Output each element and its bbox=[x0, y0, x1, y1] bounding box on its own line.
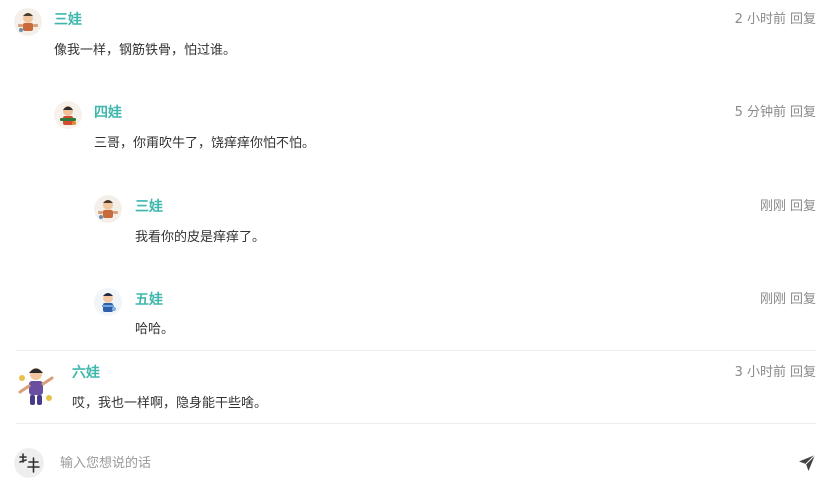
avatar[interactable] bbox=[14, 362, 58, 410]
comment-time: 3 小时前 bbox=[734, 365, 786, 380]
comment-meta: 刚刚 回复 bbox=[760, 198, 816, 216]
comment-author[interactable]: 五娃 bbox=[135, 291, 163, 309]
avatar[interactable] bbox=[94, 195, 122, 223]
comment-input[interactable] bbox=[60, 454, 760, 472]
reply-button[interactable]: 回复 bbox=[790, 292, 816, 307]
comment-content: 我看你的皮是痒痒了。 bbox=[135, 230, 266, 245]
send-icon bbox=[799, 454, 816, 471]
reply-button[interactable]: 回复 bbox=[790, 105, 816, 120]
divider bbox=[16, 350, 816, 351]
comment-time: 2 小时前 bbox=[734, 12, 786, 27]
comment-author[interactable]: 四娃 bbox=[94, 104, 122, 122]
comment-content: 像我一样，钢筋铁骨，怕过谁。 bbox=[54, 43, 237, 58]
gourd-brother-3-avatar-icon bbox=[14, 8, 42, 36]
reply-button[interactable]: 回复 bbox=[790, 199, 816, 214]
comment-time: 5 分钟前 bbox=[734, 105, 786, 120]
gourd-brother-3-avatar-icon bbox=[94, 195, 122, 223]
comment-time: 刚刚 bbox=[759, 292, 786, 307]
send-button[interactable] bbox=[798, 454, 816, 472]
comment-meta: 3 小时前 回复 bbox=[735, 364, 816, 382]
comment-content: 哈哈。 bbox=[135, 322, 175, 337]
comment-composer bbox=[0, 446, 838, 480]
comment-meta: 刚刚 回复 bbox=[760, 291, 816, 309]
avatar[interactable] bbox=[54, 101, 82, 129]
divider bbox=[16, 423, 816, 424]
avatar[interactable] bbox=[14, 8, 42, 36]
comment-content: 哎，我也一样啊，隐身能干些啥。 bbox=[72, 396, 268, 411]
avatar[interactable] bbox=[14, 448, 44, 478]
avatar[interactable] bbox=[94, 288, 122, 316]
comment-author[interactable]: 三娃 bbox=[54, 11, 82, 29]
gourd-brother-4-avatar-icon bbox=[54, 101, 82, 129]
gourd-brother-5-avatar-icon bbox=[94, 288, 122, 316]
user-calligraphy-avatar-icon bbox=[14, 448, 44, 478]
comment-author[interactable]: 六娃 bbox=[72, 364, 100, 382]
reply-button[interactable]: 回复 bbox=[790, 365, 816, 380]
comment-author[interactable]: 三娃 bbox=[135, 198, 163, 216]
comment-meta: 5 分钟前 回复 bbox=[735, 104, 816, 122]
comment-content: 三哥，你甭吹牛了，饶痒痒你怕不怕。 bbox=[94, 136, 316, 151]
comment-time: 刚刚 bbox=[759, 199, 786, 214]
reply-button[interactable]: 回复 bbox=[790, 12, 816, 27]
comment-meta: 2 小时前 回复 bbox=[735, 11, 816, 29]
gourd-brother-6-avatar-icon bbox=[14, 362, 58, 410]
